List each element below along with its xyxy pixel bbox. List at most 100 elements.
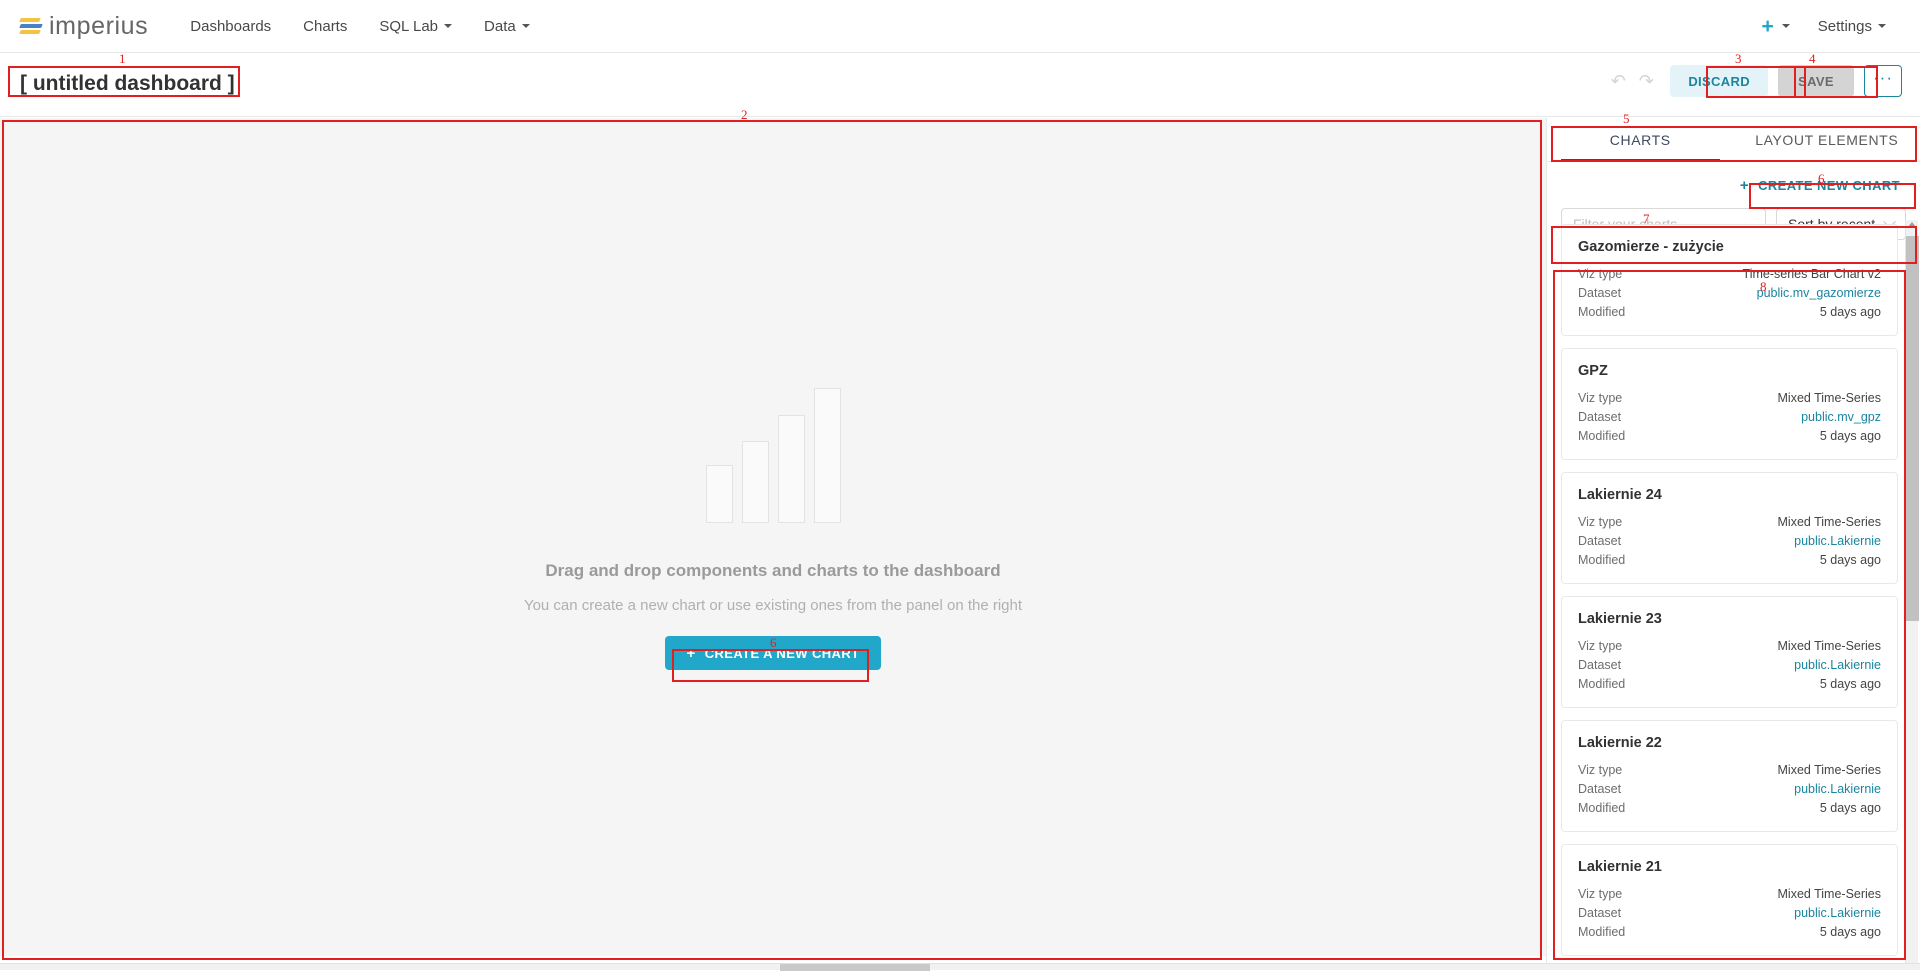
viz-type-label: Viz type bbox=[1578, 389, 1622, 408]
navbar-right-actions: + Settings bbox=[1748, 0, 1920, 52]
dataset-link[interactable]: public.Lakiernie bbox=[1794, 780, 1881, 799]
modified-value: 5 days ago bbox=[1820, 675, 1881, 694]
side-panel-tabs: CHARTS LAYOUT ELEMENTS bbox=[1547, 118, 1920, 162]
discard-button[interactable]: DISCARD bbox=[1670, 65, 1768, 97]
modified-label: Modified bbox=[1578, 675, 1625, 694]
chart-card-dataset-row: Dataset public.Lakiernie bbox=[1578, 656, 1881, 675]
modified-value: 5 days ago bbox=[1820, 923, 1881, 942]
primary-nav: Dashboards Charts SQL Lab Data bbox=[174, 0, 545, 52]
nav-item-dashboards[interactable]: Dashboards bbox=[174, 0, 287, 52]
chart-card-viz-type-row: Viz type Mixed Time-Series bbox=[1578, 637, 1881, 656]
viz-type-label: Viz type bbox=[1578, 513, 1622, 532]
nav-item-charts-label: Charts bbox=[303, 18, 347, 35]
viz-type-value: Time-series Bar Chart v2 bbox=[1743, 265, 1881, 284]
modified-label: Modified bbox=[1578, 799, 1625, 818]
chart-card-viz-type-row: Viz typeMixed Time-Series bbox=[1578, 761, 1881, 780]
empty-state-title: Drag and drop components and charts to t… bbox=[545, 561, 1000, 581]
modified-label: Modified bbox=[1578, 303, 1625, 322]
dataset-link[interactable]: public.Lakiernie bbox=[1794, 532, 1881, 551]
chart-card-title: Gazomierze - zużycie bbox=[1578, 239, 1881, 255]
viz-type-label: Viz type bbox=[1578, 265, 1622, 284]
scrollbar-thumb[interactable] bbox=[1906, 236, 1919, 621]
chart-card-title: Lakiernie 23 bbox=[1578, 611, 1881, 627]
viz-type-label: Viz type bbox=[1578, 885, 1622, 904]
modified-value: 5 days ago bbox=[1820, 303, 1881, 322]
dataset-link[interactable]: public.Lakiernie bbox=[1794, 904, 1881, 923]
brand-logo[interactable]: imperius bbox=[20, 14, 148, 39]
dataset-link[interactable]: public.mv_gpz bbox=[1801, 408, 1881, 427]
chart-card[interactable]: Lakiernie 21Viz typeMixed Time-SeriesDat… bbox=[1561, 844, 1898, 956]
nav-item-sql-lab-label: SQL Lab bbox=[379, 18, 438, 35]
modified-value: 5 days ago bbox=[1820, 799, 1881, 818]
chart-card[interactable]: Lakiernie 22 Viz typeMixed Time-SeriesDat… bbox=[1561, 720, 1898, 832]
dashboard-header: [ untitled dashboard ] ↶ ↷ DISCARD SAVE … bbox=[0, 53, 1920, 117]
plus-icon: + bbox=[1762, 16, 1774, 37]
chart-card-dataset-row: Dataset public.Lakiernie bbox=[1578, 532, 1881, 551]
modified-value: 5 days ago bbox=[1820, 551, 1881, 570]
brand-name: imperius bbox=[49, 14, 148, 39]
chevron-down-icon bbox=[1782, 24, 1790, 28]
empty-state-subtitle: You can create a new chart or use existi… bbox=[524, 597, 1022, 614]
nav-item-charts[interactable]: Charts bbox=[287, 0, 363, 52]
chevron-down-icon bbox=[1878, 24, 1886, 28]
chart-card-viz-type-row: Viz type Mixed Time-Series bbox=[1578, 885, 1881, 904]
dataset-label: Dataset bbox=[1578, 284, 1621, 303]
undo-arrow-icon[interactable]: ↶ bbox=[1604, 66, 1632, 96]
scroll-up-arrow-icon[interactable] bbox=[1908, 222, 1916, 227]
dataset-label: Dataset bbox=[1578, 780, 1621, 799]
charts-side-panel: CHARTS LAYOUT ELEMENTS + CREATE NEW CHAR… bbox=[1546, 118, 1920, 963]
dataset-label: Dataset bbox=[1578, 656, 1621, 675]
horizontal-scrollbar[interactable] bbox=[0, 963, 1920, 970]
settings-menu[interactable]: Settings bbox=[1804, 0, 1900, 52]
chart-card-dataset-row: Dataset public.Lakiernie bbox=[1578, 904, 1881, 923]
create-a-new-chart-button[interactable]: + CREATE A NEW CHART bbox=[665, 636, 882, 670]
chart-card-modified-row: Modified 5 days ago bbox=[1578, 675, 1881, 694]
redo-arrow-icon[interactable]: ↷ bbox=[1632, 66, 1660, 96]
create-a-new-chart-label: CREATE A NEW CHART bbox=[705, 646, 860, 661]
viz-type-value: Mixed Time-Series bbox=[1778, 885, 1882, 904]
modified-label: Modified bbox=[1578, 923, 1625, 942]
nav-item-data[interactable]: Data bbox=[468, 0, 546, 52]
chart-card-title: GPZ bbox=[1578, 363, 1881, 379]
viz-type-label: Viz type bbox=[1578, 637, 1622, 656]
bar-chart-placeholder-icon bbox=[706, 388, 841, 523]
new-item-menu[interactable]: + bbox=[1748, 0, 1804, 52]
tab-layout-elements[interactable]: LAYOUT ELEMENTS bbox=[1734, 118, 1920, 161]
nav-item-dashboards-label: Dashboards bbox=[190, 18, 271, 35]
chart-card-list[interactable]: Gazomierze - zużycie Viz type Time-series … bbox=[1547, 220, 1920, 963]
chart-card-title: Lakiernie 21 bbox=[1578, 859, 1881, 875]
create-new-chart-label: CREATE NEW CHART bbox=[1758, 178, 1900, 193]
chart-card-title: Lakiernie 24 bbox=[1578, 487, 1881, 503]
dashboard-title-input[interactable]: [ untitled dashboard ] bbox=[14, 69, 241, 99]
viz-type-value: Mixed Time-Series bbox=[1778, 637, 1882, 656]
nav-item-data-label: Data bbox=[484, 18, 516, 35]
chart-card[interactable]: Lakiernie 23Viz typeMixed Time-SeriesDat… bbox=[1561, 596, 1898, 708]
chart-card-modified-row: Modified 5 days ago bbox=[1578, 923, 1881, 942]
viz-type-label: Viz type bbox=[1578, 761, 1622, 780]
chart-card-title: Lakiernie 22 bbox=[1578, 735, 1881, 751]
chart-card-dataset-row: Dataset public.Lakiernie bbox=[1578, 780, 1881, 799]
tab-layout-elements-label: LAYOUT ELEMENTS bbox=[1755, 132, 1898, 148]
side-panel-scrollbar[interactable] bbox=[1905, 220, 1918, 963]
modified-label: Modified bbox=[1578, 551, 1625, 570]
chart-card[interactable]: Lakiernie 24Viz typeMixed Time-SeriesDat… bbox=[1561, 472, 1898, 584]
dataset-label: Dataset bbox=[1578, 532, 1621, 551]
chart-card[interactable]: GPZ Viz typeMixed Time-SeriesDatasetpubli… bbox=[1561, 348, 1898, 460]
save-button[interactable]: SAVE bbox=[1778, 65, 1854, 97]
imperius-logo-icon bbox=[20, 16, 42, 36]
chart-card-viz-type-row: Viz typeMixed Time-Series bbox=[1578, 389, 1881, 408]
dataset-link[interactable]: public.mv_gazomierze bbox=[1757, 284, 1881, 303]
nav-item-sql-lab[interactable]: SQL Lab bbox=[363, 0, 468, 52]
chevron-down-icon bbox=[522, 24, 530, 28]
chart-card[interactable]: Gazomierze - zużycie Viz type Time-series … bbox=[1561, 224, 1898, 336]
chart-card-dataset-row: Datasetpublic.mv_gpz bbox=[1578, 408, 1881, 427]
chevron-down-icon bbox=[444, 24, 452, 28]
create-new-chart-button[interactable]: + CREATE NEW CHART bbox=[1734, 172, 1906, 199]
top-navbar: imperius Dashboards Charts SQL Lab Data … bbox=[0, 0, 1920, 53]
tab-charts[interactable]: CHARTS bbox=[1547, 118, 1734, 161]
dataset-link[interactable]: public.Lakiernie bbox=[1794, 656, 1881, 675]
dashboard-header-actions: ↶ ↷ DISCARD SAVE ··· bbox=[1604, 65, 1902, 97]
dataset-label: Dataset bbox=[1578, 904, 1621, 923]
dashboard-canvas-dropzone[interactable]: Drag and drop components and charts to t… bbox=[0, 118, 1546, 956]
more-options-button[interactable]: ··· bbox=[1864, 65, 1902, 97]
